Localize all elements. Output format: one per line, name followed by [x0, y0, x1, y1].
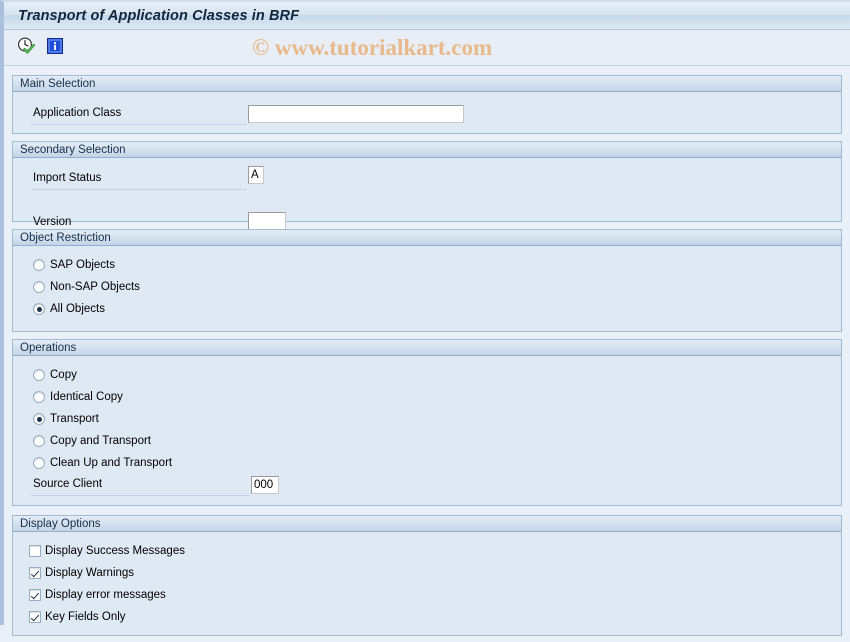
radio-non-sap-objects[interactable]: Non-SAP Objects	[13, 276, 841, 298]
toolbar	[4, 30, 850, 66]
import-status-label: Import Status	[33, 172, 102, 184]
radio-icon	[33, 391, 45, 403]
checkbox-icon	[29, 545, 41, 557]
panel-body-display-options: Display Success Messages Display Warning…	[13, 532, 841, 642]
execute-button[interactable]	[15, 37, 37, 59]
panel-body-operations: Copy Identical Copy Transport Copy and T…	[13, 356, 841, 512]
panel-display-options: Display Options Display Success Messages…	[12, 515, 842, 636]
panel-operations: Operations Copy Identical Copy Transport…	[12, 339, 842, 506]
panel-title: Display Options	[20, 517, 101, 530]
panel-header-main-selection: Main Selection	[12, 75, 842, 92]
checkbox-icon-checked	[29, 611, 41, 623]
title-bar: Transport of Application Classes in BRF	[4, 2, 850, 30]
panel-header-operations: Operations	[12, 339, 842, 356]
checkbox-icon-checked	[29, 589, 41, 601]
import-status-input[interactable]	[248, 166, 264, 184]
radio-label: Transport	[50, 413, 99, 425]
radio-clean-up-and-transport[interactable]: Clean Up and Transport	[13, 452, 841, 474]
radio-icon	[33, 259, 45, 271]
radio-icon-selected	[33, 413, 45, 425]
checkbox-display-success-messages[interactable]: Display Success Messages	[13, 540, 841, 562]
page-title: Transport of Application Classes in BRF	[18, 7, 300, 24]
panel-secondary-selection: Secondary Selection Import Status Versio…	[12, 141, 842, 234]
radio-icon-selected	[33, 303, 45, 315]
panel-object-restriction: Object Restriction SAP Objects Non-SAP O…	[12, 229, 842, 332]
version-input[interactable]	[248, 212, 286, 230]
radio-label: All Objects	[50, 303, 105, 315]
radio-all-objects[interactable]: All Objects	[13, 298, 841, 320]
field-row-import-status: Import Status	[13, 166, 841, 191]
panel-body-secondary-selection: Import Status Version	[13, 158, 841, 234]
panel-body-object-restriction: SAP Objects Non-SAP Objects All Objects	[13, 246, 841, 338]
checkbox-display-error-messages[interactable]: Display error messages	[13, 584, 841, 606]
radio-sap-objects[interactable]: SAP Objects	[13, 254, 841, 276]
source-client-label: Source Client	[33, 478, 103, 490]
info-button[interactable]	[44, 37, 66, 59]
radio-icon	[33, 457, 45, 469]
information-icon	[46, 37, 64, 58]
radio-label: Copy and Transport	[50, 435, 152, 447]
panel-title: Operations	[20, 341, 77, 354]
panel-header-object-restriction: Object Restriction	[12, 229, 842, 246]
sap-gui-window: Transport of Application Classes in BRF	[0, 0, 850, 636]
application-class-input[interactable]	[248, 105, 464, 123]
radio-copy-and-transport[interactable]: Copy and Transport	[13, 430, 841, 452]
panel-title: Main Selection	[20, 77, 96, 90]
checkbox-label: Display Success Messages	[45, 545, 185, 557]
field-row-application-class: Application Class	[13, 104, 841, 126]
checkbox-display-warnings[interactable]: Display Warnings	[13, 562, 841, 584]
checkbox-label: Key Fields Only	[45, 611, 126, 623]
radio-label: Clean Up and Transport	[50, 457, 173, 469]
radio-icon	[33, 369, 45, 381]
clock-check-icon	[16, 36, 36, 59]
source-client-input[interactable]	[251, 476, 279, 494]
application-class-label: Application Class	[33, 107, 122, 119]
checkbox-icon-checked	[29, 567, 41, 579]
radio-label: Identical Copy	[50, 391, 123, 403]
checkbox-label: Display error messages	[45, 589, 166, 601]
radio-copy[interactable]: Copy	[13, 364, 841, 386]
radio-icon	[33, 281, 45, 293]
panel-title: Object Restriction	[20, 231, 111, 244]
version-label: Version	[33, 216, 72, 228]
radio-label: SAP Objects	[50, 259, 115, 271]
radio-transport[interactable]: Transport	[13, 408, 841, 430]
panel-header-display-options: Display Options	[12, 515, 842, 532]
radio-label: Non-SAP Objects	[50, 281, 140, 293]
radio-identical-copy[interactable]: Identical Copy	[13, 386, 841, 408]
panel-header-secondary-selection: Secondary Selection	[12, 141, 842, 158]
panel-main-selection: Main Selection Application Class	[12, 75, 842, 134]
radio-icon	[33, 435, 45, 447]
panel-body-main-selection: Application Class	[13, 92, 841, 132]
radio-label: Copy	[50, 369, 77, 381]
panel-title: Secondary Selection	[20, 143, 126, 156]
checkbox-label: Display Warnings	[45, 567, 135, 579]
field-row-source-client: Source Client	[13, 476, 841, 498]
